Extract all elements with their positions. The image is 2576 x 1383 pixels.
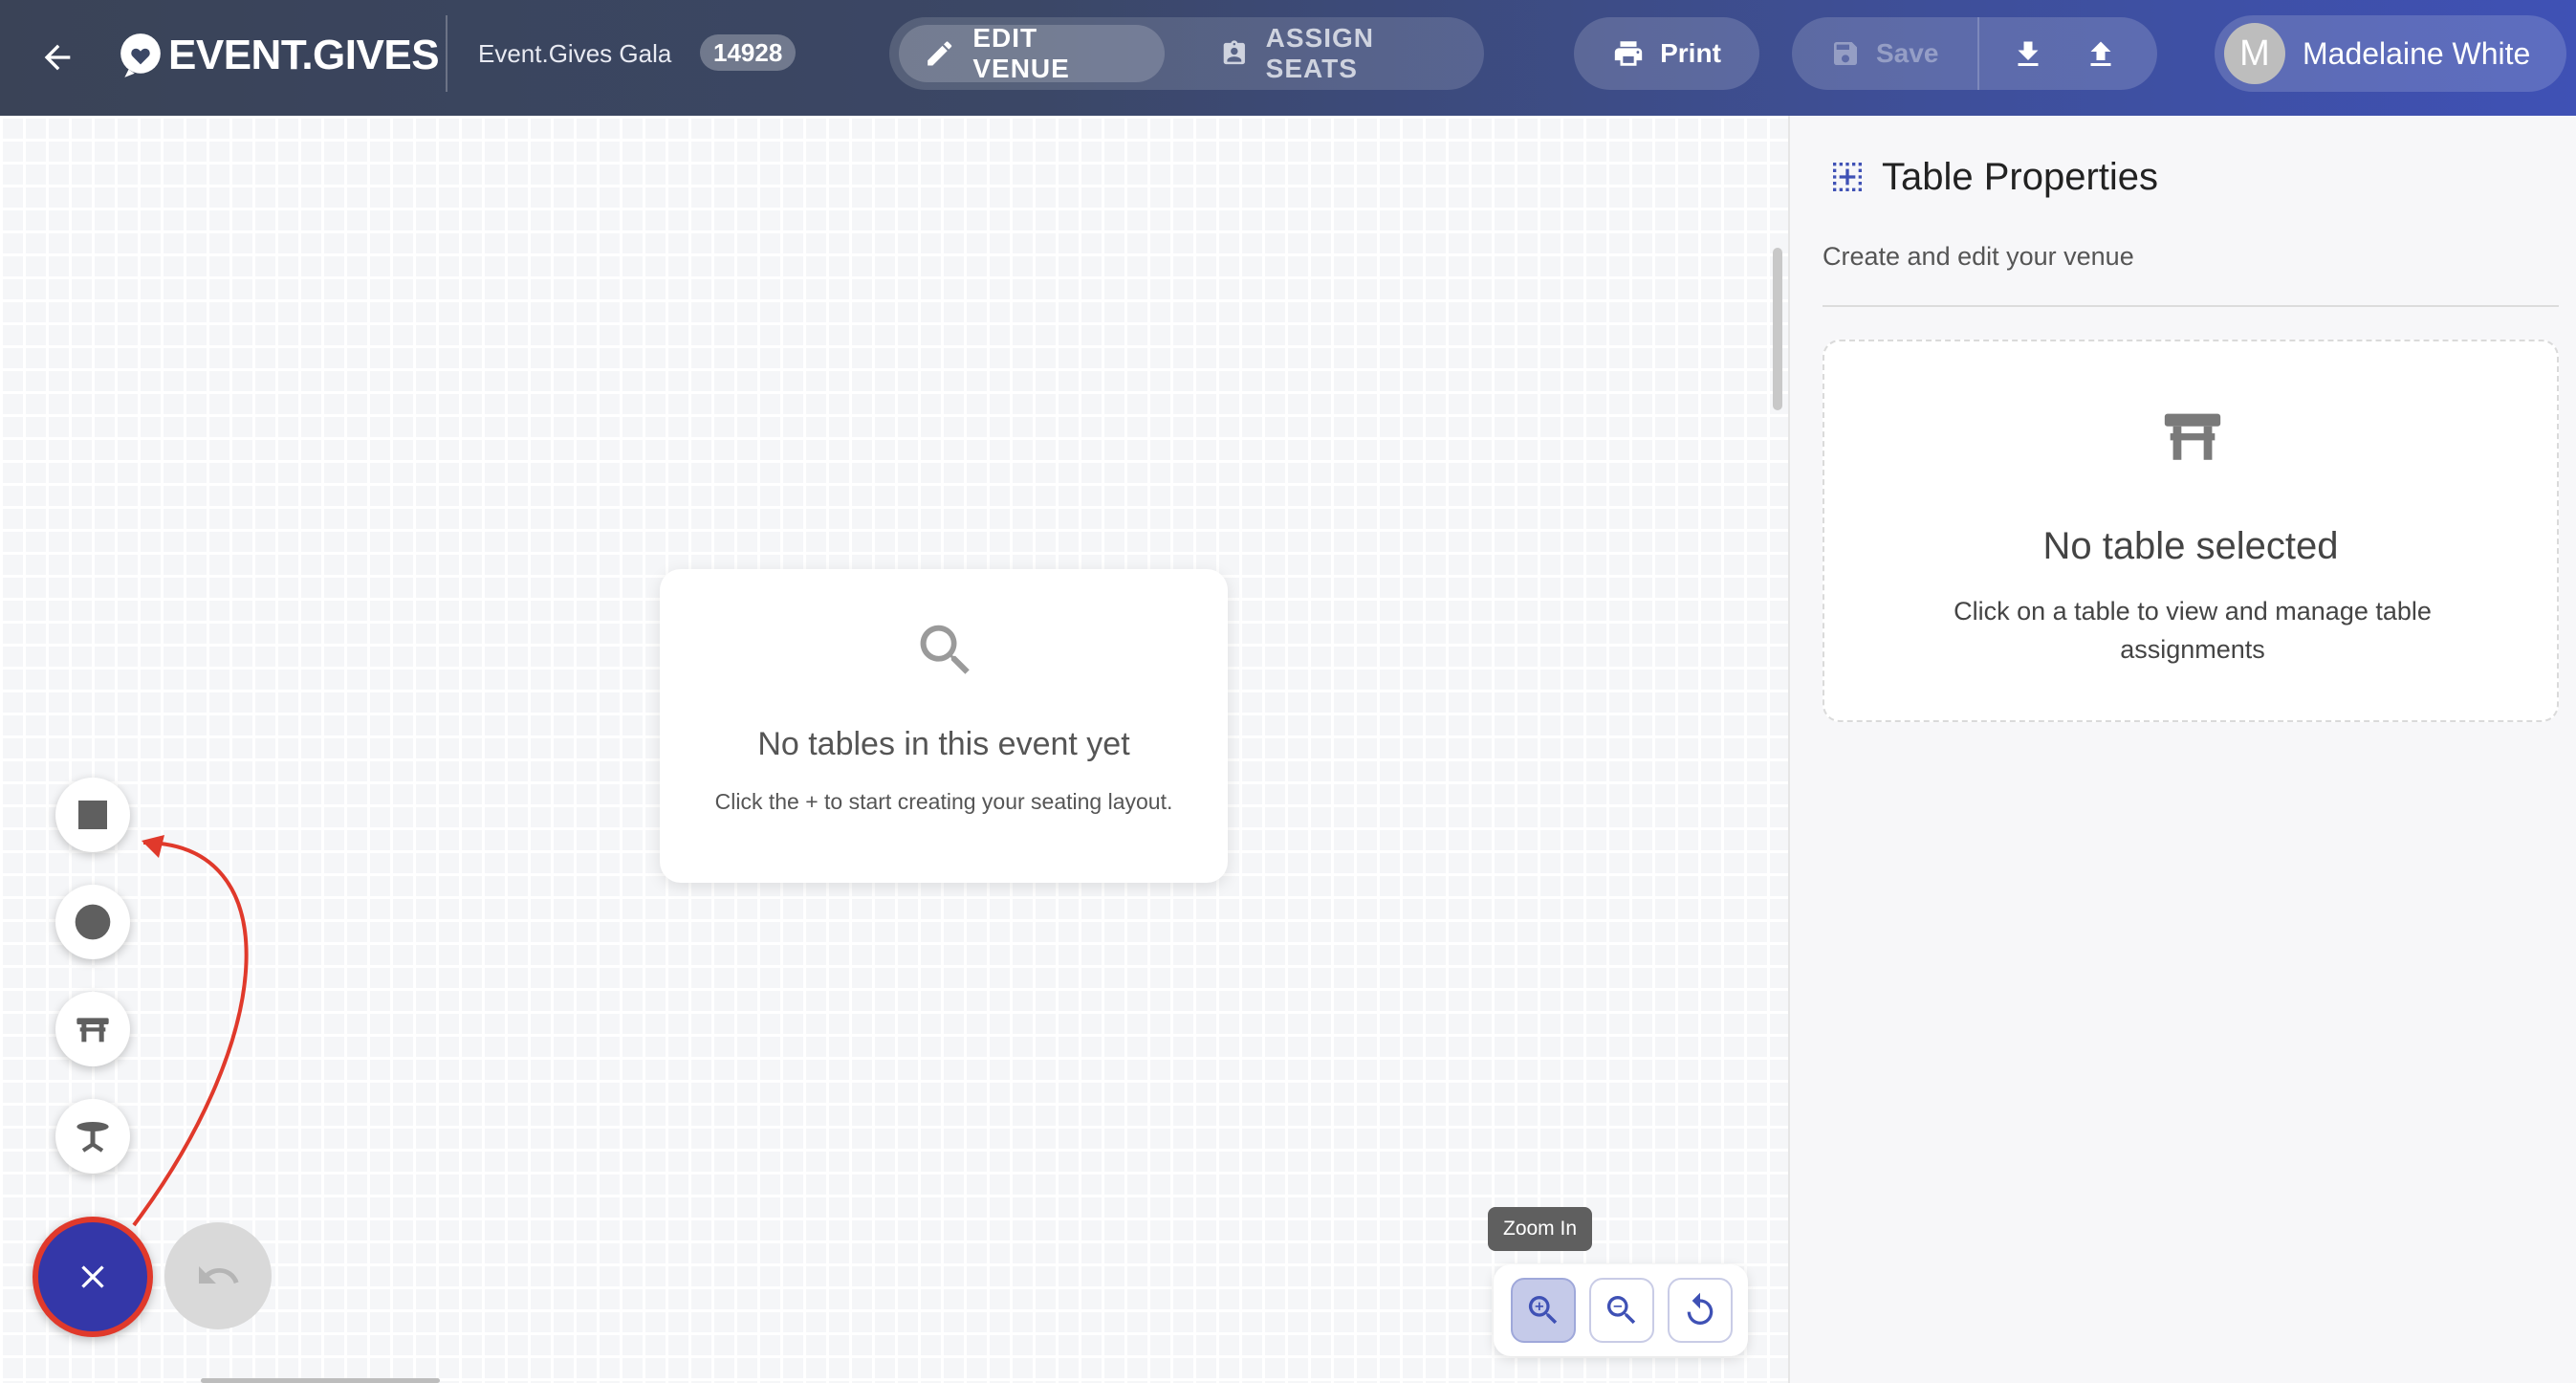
zoom-out-icon xyxy=(1606,1296,1636,1325)
square-icon xyxy=(78,801,107,829)
pencil-icon xyxy=(928,41,952,66)
zoom-out-button[interactable] xyxy=(1589,1278,1654,1343)
circle-icon xyxy=(75,904,111,940)
file-actions-divider xyxy=(1977,17,1979,90)
save-label: Save xyxy=(1876,38,1939,68)
vertical-scrollbar[interactable] xyxy=(1773,248,1782,410)
no-table-title: No table selected xyxy=(2042,525,2339,567)
add-square-table-button[interactable] xyxy=(55,778,130,852)
add-cocktail-table-button[interactable] xyxy=(55,1099,130,1174)
print-button[interactable]: Print xyxy=(1574,17,1759,90)
panel-title: Table Properties xyxy=(1882,156,2159,198)
upload-button[interactable] xyxy=(2077,31,2125,78)
zoom-controls xyxy=(1494,1264,1748,1356)
table-icon xyxy=(2164,413,2221,460)
badge-icon xyxy=(1223,40,1245,65)
back-arrow-icon xyxy=(44,44,71,71)
add-banquet-table-button[interactable] xyxy=(55,992,130,1066)
edit-venue-label: EDIT VENUE xyxy=(972,23,1070,83)
undo-icon xyxy=(199,1266,239,1284)
upload-icon xyxy=(2090,41,2111,66)
search-icon xyxy=(920,625,970,674)
close-icon xyxy=(81,1265,104,1288)
empty-state-subtitle: Click the + to start creating your seati… xyxy=(714,789,1173,814)
download-button[interactable] xyxy=(2004,31,2052,78)
save-button[interactable]: Save xyxy=(1830,25,1938,82)
file-actions-group: Save xyxy=(1792,17,2157,90)
logo-text: EVENT.GIVES xyxy=(168,32,440,78)
event-id-badge: 14928 xyxy=(700,34,797,71)
top-app-bar: EVENT.GIVES Event.Gives Gala 14928 EDIT … xyxy=(0,0,2576,116)
no-table-description: Click on a table to view and manage tabl… xyxy=(1954,597,2432,664)
close-tools-fab[interactable] xyxy=(33,1217,153,1337)
download-icon xyxy=(2018,41,2039,66)
app-logo[interactable]: EVENT.GIVES xyxy=(117,27,440,84)
panel-divider xyxy=(1823,305,2559,307)
reset-zoom-button[interactable] xyxy=(1668,1278,1733,1343)
rect-table-icon xyxy=(76,1018,109,1043)
no-table-selected-card: No table selected Click on a table to vi… xyxy=(1823,340,2559,722)
undo-button[interactable] xyxy=(164,1222,272,1329)
table-properties-panel: Table Properties Create and edit your ve… xyxy=(1788,116,2576,1383)
printer-icon xyxy=(1614,41,1643,66)
grid-table-icon xyxy=(1833,163,1862,191)
horizontal-scrollbar[interactable] xyxy=(201,1378,440,1383)
event-name: Event.Gives Gala xyxy=(478,39,672,68)
assign-seats-button[interactable]: ASSIGN SEATS xyxy=(1195,23,1473,83)
zoom-in-tooltip: Zoom In xyxy=(1488,1207,1593,1251)
panel-subtitle: Create and edit your venue xyxy=(1823,242,2134,271)
avatar: M xyxy=(2224,23,2285,84)
zoom-in-icon xyxy=(1528,1296,1558,1325)
add-round-table-button[interactable] xyxy=(55,885,130,959)
empty-state-card: No tables in this event yet Click the + … xyxy=(660,569,1228,883)
zoom-in-button[interactable] xyxy=(1511,1278,1576,1343)
empty-state-title: No tables in this event yet xyxy=(757,726,1130,762)
cocktail-table-icon xyxy=(76,1122,109,1152)
user-menu[interactable]: M Madelaine White xyxy=(2215,15,2566,92)
save-disk-icon xyxy=(1834,42,1857,65)
logo-heart-icon xyxy=(120,33,161,77)
edit-venue-button[interactable]: EDIT VENUE xyxy=(899,23,1165,83)
mode-toggle: EDIT VENUE ASSIGN SEATS xyxy=(889,17,1484,90)
user-name: Madelaine White xyxy=(2303,36,2531,71)
venue-canvas[interactable]: No tables in this event yet Click the + … xyxy=(0,116,1788,1383)
back-button[interactable] xyxy=(29,29,86,86)
assign-seats-label: ASSIGN SEATS xyxy=(1265,23,1374,83)
header-divider xyxy=(446,15,448,92)
print-label: Print xyxy=(1660,38,1721,68)
rotate-reset-icon xyxy=(1687,1292,1714,1325)
